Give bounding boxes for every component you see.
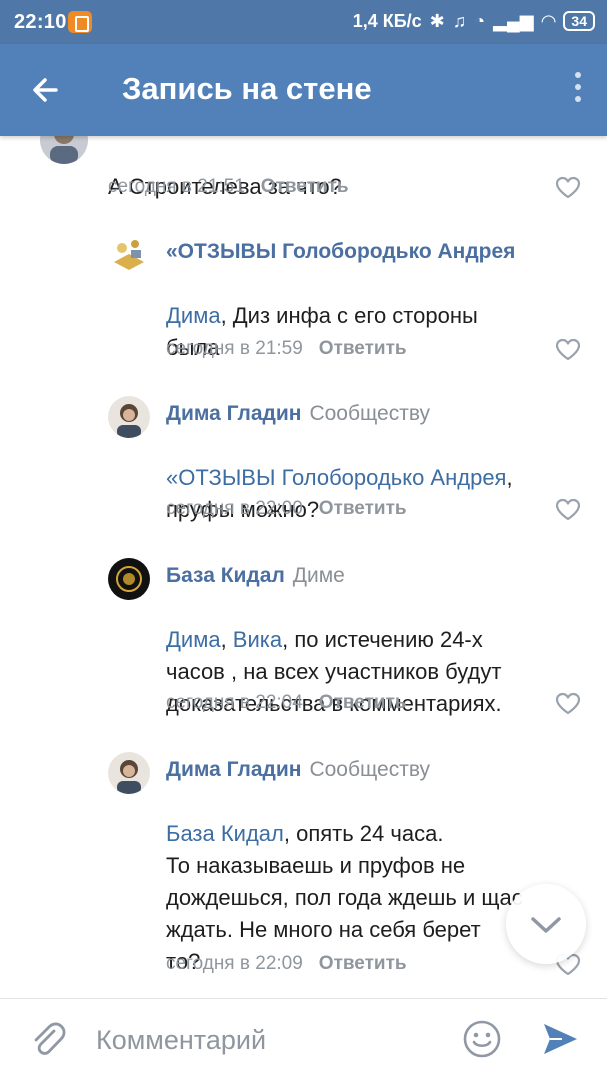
comment-meta: сегодня в 21:59 Ответить: [166, 338, 407, 360]
reply-button[interactable]: Ответить: [319, 338, 407, 359]
reply-button[interactable]: Ответить: [319, 953, 407, 974]
notification-app-icon: [68, 11, 92, 33]
reply-button[interactable]: Ответить: [319, 692, 407, 713]
comment-time: сегодня в 22:09: [166, 953, 303, 974]
comment-input-bar: [0, 998, 607, 1080]
reply-target: Сообществу: [309, 402, 431, 425]
comment-text: База Кидал, опять 24 часа. То наказываеш…: [166, 821, 523, 974]
comment-item: «ОТЗЫВЫ Голобородько Андрея Дима, Диз ин…: [0, 234, 607, 374]
mention-link[interactable]: База Кидал: [166, 821, 284, 846]
avatar[interactable]: [40, 136, 88, 164]
comment-item: А Строителева за что? сегодня в 21:51 Отв…: [0, 136, 607, 216]
mention-link[interactable]: Вика: [233, 627, 282, 652]
heart-icon[interactable]: [555, 338, 581, 362]
comment-author[interactable]: База Кидал Диме: [166, 564, 345, 588]
wifi-icon: ◠: [541, 11, 556, 31]
more-vertical-icon[interactable]: [573, 72, 583, 108]
comment-time: сегодня в 21:51: [108, 176, 245, 197]
comment-list[interactable]: А Строителева за что? сегодня в 21:51 Отв…: [0, 136, 607, 998]
heart-icon[interactable]: [555, 498, 581, 522]
comment-author[interactable]: Дима Гладин Сообществу: [166, 402, 430, 426]
page-title: Запись на стене: [122, 71, 372, 106]
mention-link[interactable]: Дима: [166, 303, 221, 328]
comment-author[interactable]: Дима Гладин Сообществу: [166, 758, 430, 782]
status-indicators: 1,4 КБ/с ✱ ♫ ◔ ▂▄▆ ◠ 34: [353, 10, 595, 32]
signal-icon: ▂▄▆: [493, 11, 534, 31]
scroll-down-button[interactable]: [506, 884, 586, 964]
paperclip-icon[interactable]: [28, 1019, 68, 1059]
reply-button[interactable]: Ответить: [261, 176, 349, 197]
comment-meta: сегодня в 22:00 Ответить: [166, 498, 407, 520]
heart-icon[interactable]: [555, 692, 581, 716]
comment-input[interactable]: [96, 1019, 436, 1061]
reply-button[interactable]: Ответить: [319, 498, 407, 519]
comment-meta: сегодня в 22:04 Ответить: [166, 692, 407, 714]
alarm-icon: ◔: [474, 11, 486, 31]
avatar[interactable]: [108, 396, 150, 438]
comment-item: Дима Гладин Сообществу «ОТЗЫВЫ Голобородь…: [0, 396, 607, 536]
reply-target: Сообществу: [309, 758, 431, 781]
comment-author[interactable]: «ОТЗЫВЫ Голобородько Андрея: [166, 240, 515, 264]
app-toolbar: Запись на стене: [0, 44, 607, 136]
avatar[interactable]: [108, 234, 150, 276]
avatar[interactable]: [108, 752, 150, 794]
battery-icon: 34: [563, 11, 595, 31]
mention-link[interactable]: «ОТЗЫВЫ Голобородько Андрея: [166, 465, 506, 490]
comment-time: сегодня в 21:59: [166, 338, 303, 359]
heart-icon[interactable]: [555, 176, 581, 200]
smile-icon[interactable]: [462, 1019, 502, 1059]
network-speed: 1,4 КБ/с: [352, 10, 422, 31]
comment-time: сегодня в 22:04: [166, 692, 303, 713]
comment-meta: сегодня в 22:09 Ответить: [166, 953, 407, 975]
chevron-down-icon: [531, 917, 561, 933]
comment-item: База Кидал Диме Дима, Вика, по истечению …: [0, 558, 607, 728]
status-time: 22:10: [14, 11, 67, 33]
back-arrow-icon[interactable]: [26, 70, 66, 110]
reply-target: Диме: [292, 564, 345, 587]
status-bar: 22:10 1,4 КБ/с ✱ ♫ ◔ ▂▄▆ ◠ 34: [0, 0, 607, 44]
avatar[interactable]: [108, 558, 150, 600]
comment-meta: сегодня в 21:51 Ответить: [108, 176, 349, 198]
mute-icon: ♫: [452, 11, 467, 31]
send-icon[interactable]: [540, 1019, 580, 1059]
bluetooth-icon: ✱: [429, 11, 445, 31]
comment-time: сегодня в 22:00: [166, 498, 303, 519]
mention-link[interactable]: Дима: [166, 627, 221, 652]
